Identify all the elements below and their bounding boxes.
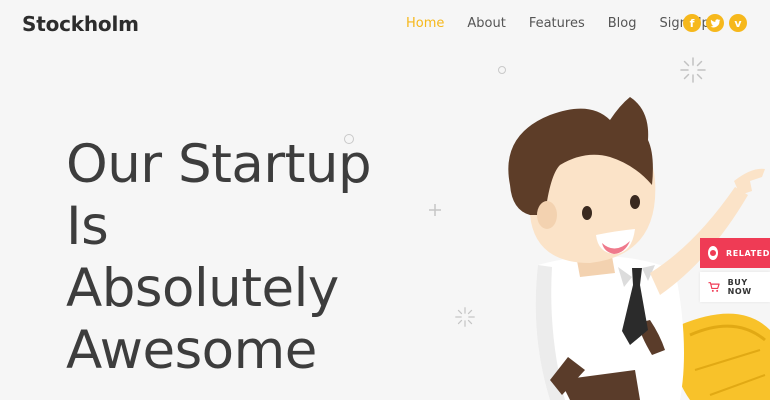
vimeo-icon[interactable]: v (729, 14, 747, 32)
brand-logo[interactable]: Stockholm (22, 12, 139, 36)
facebook-icon[interactable]: f (683, 14, 701, 32)
related-label: RELATED (725, 248, 770, 258)
decor-sparkle-icon (680, 57, 706, 83)
buy-now-button[interactable]: BUY NOW (700, 272, 770, 302)
related-icon (708, 246, 718, 260)
decor-circle-icon (498, 66, 506, 74)
decor-plus-icon (429, 204, 441, 216)
related-button[interactable]: RELATED (700, 238, 770, 268)
headline-line: Awesome (66, 320, 317, 381)
decor-sparkle-icon (455, 307, 475, 327)
nav-item-about[interactable]: About (467, 16, 505, 31)
headline-line: Our Startup (66, 134, 372, 195)
nav-item-blog[interactable]: Blog (608, 16, 637, 31)
social-links: f v (683, 14, 747, 32)
hero-headline: Our Startup Is Absolutely Awesome (66, 134, 372, 382)
nav-item-home[interactable]: Home (406, 16, 444, 31)
buy-now-label: BUY NOW (727, 278, 752, 296)
cart-icon (708, 282, 720, 292)
nav-item-features[interactable]: Features (529, 16, 585, 31)
headline-line: Is (66, 196, 109, 257)
twitter-icon[interactable] (706, 14, 724, 32)
headline-line: Absolutely (66, 258, 339, 319)
